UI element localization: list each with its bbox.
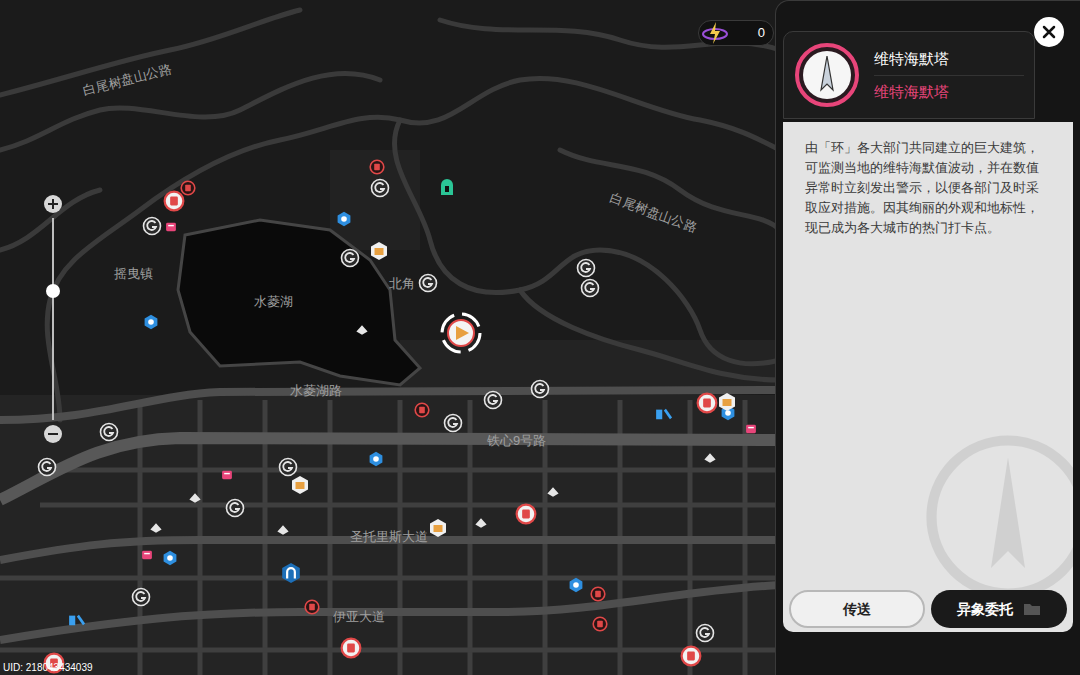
panel-title: 维特海默塔 (874, 49, 1024, 76)
tower-icon (794, 42, 860, 108)
service-icon[interactable] (143, 314, 159, 330)
chest-icon[interactable] (369, 241, 389, 261)
waypoint-icon[interactable] (530, 379, 550, 399)
shop-icon[interactable] (592, 616, 608, 632)
close-button[interactable] (1034, 17, 1064, 47)
panel-description: 由「环」各大部门共同建立的巨大建筑，可监测当地的维特海默值波动，并在数值异常时立… (783, 122, 1073, 590)
map-label: 北角 (389, 276, 415, 292)
waypoint-icon[interactable] (695, 623, 715, 643)
panel-subtitle: 维特海默塔 (874, 76, 1024, 102)
service-icon[interactable] (336, 211, 352, 227)
map-label: 水菱湖 (254, 294, 293, 310)
service-icon[interactable] (568, 577, 584, 593)
currency-display: 0 (698, 20, 774, 46)
map-label: 铁心9号路 (487, 433, 546, 449)
panel-actions: 传送异象委托 (783, 590, 1073, 632)
watermark-icon (923, 432, 1073, 602)
poi-icon[interactable] (545, 484, 561, 500)
shop-icon[interactable] (304, 599, 320, 615)
poi-icon[interactable] (148, 520, 164, 536)
panel-body: 由「环」各大部门共同建立的巨大建筑，可监测当地的维特海默值波动，并在数值异常时立… (783, 122, 1073, 632)
repair-icon[interactable] (68, 613, 86, 627)
waypoint-icon[interactable] (580, 278, 600, 298)
gate-icon[interactable] (437, 177, 457, 197)
waypoint-icon[interactable] (37, 457, 57, 477)
tower-marker-icon[interactable] (437, 309, 485, 357)
portal-icon[interactable] (280, 562, 302, 584)
chest-icon[interactable] (428, 518, 448, 538)
event-icon[interactable] (220, 468, 234, 482)
waypoint-icon[interactable] (483, 390, 503, 410)
service-icon[interactable] (162, 550, 178, 566)
waypoint-icon[interactable] (370, 178, 390, 198)
shop-icon[interactable] (340, 637, 362, 659)
event-icon[interactable] (164, 220, 178, 234)
footer-uid: UID: 218043434039 (3, 662, 93, 674)
energy-icon (701, 19, 729, 47)
map-label: 伊亚大道 (333, 609, 385, 625)
event-icon[interactable] (140, 548, 154, 562)
waypoint-icon[interactable] (443, 413, 463, 433)
shop-icon[interactable] (180, 180, 196, 196)
zoom-knob[interactable] (46, 284, 60, 298)
shop-icon[interactable] (590, 586, 606, 602)
shop-icon[interactable] (680, 645, 702, 667)
event-icon[interactable] (744, 422, 758, 436)
waypoint-icon[interactable] (418, 273, 438, 293)
service-icon[interactable] (368, 451, 384, 467)
info-panel: 维特海默塔维特海默塔由「环」各大部门共同建立的巨大建筑，可监测当地的维特海默值波… (775, 0, 1080, 675)
map-label: 圣托里斯大道 (350, 529, 428, 545)
shop-icon[interactable] (414, 402, 430, 418)
poi-icon[interactable] (187, 490, 203, 506)
waypoint-icon[interactable] (225, 498, 245, 518)
map-screen: 白尾树盘山公路白尾树盘山公路摇曳镇水菱湖北角水菱湖路铁心9号路圣托里斯大道伊亚大… (0, 0, 1080, 675)
waypoint-icon[interactable] (340, 248, 360, 268)
currency-value: 0 (758, 23, 765, 43)
map-label: 摇曳镇 (114, 266, 153, 282)
teleport-button[interactable]: 传送 (789, 590, 925, 628)
waypoint-icon[interactable] (131, 587, 151, 607)
poi-icon[interactable] (354, 322, 370, 338)
waypoint-icon[interactable] (576, 258, 596, 278)
commission-button[interactable]: 异象委托 (931, 590, 1067, 628)
poi-icon[interactable] (702, 450, 718, 466)
zoom-out-icon[interactable] (43, 424, 63, 444)
map-label: 水菱湖路 (290, 383, 342, 399)
waypoint-icon[interactable] (142, 216, 162, 236)
repair-icon[interactable] (655, 407, 673, 421)
poi-icon[interactable] (473, 515, 489, 531)
waypoint-icon[interactable] (278, 457, 298, 477)
shop-icon[interactable] (163, 190, 185, 212)
folder-icon (1023, 602, 1041, 616)
poi-icon[interactable] (275, 522, 291, 538)
shop-icon[interactable] (696, 392, 718, 414)
waypoint-icon[interactable] (99, 422, 119, 442)
close-icon (1042, 25, 1056, 39)
zoom-track[interactable] (52, 218, 54, 420)
chest-icon[interactable] (290, 475, 310, 495)
shop-icon[interactable] (515, 503, 537, 525)
panel-header: 维特海默塔维特海默塔 (783, 31, 1035, 119)
shop-icon[interactable] (369, 159, 385, 175)
chest-icon[interactable] (717, 392, 737, 412)
zoom-control[interactable] (43, 194, 63, 444)
zoom-in-icon[interactable] (43, 194, 63, 214)
